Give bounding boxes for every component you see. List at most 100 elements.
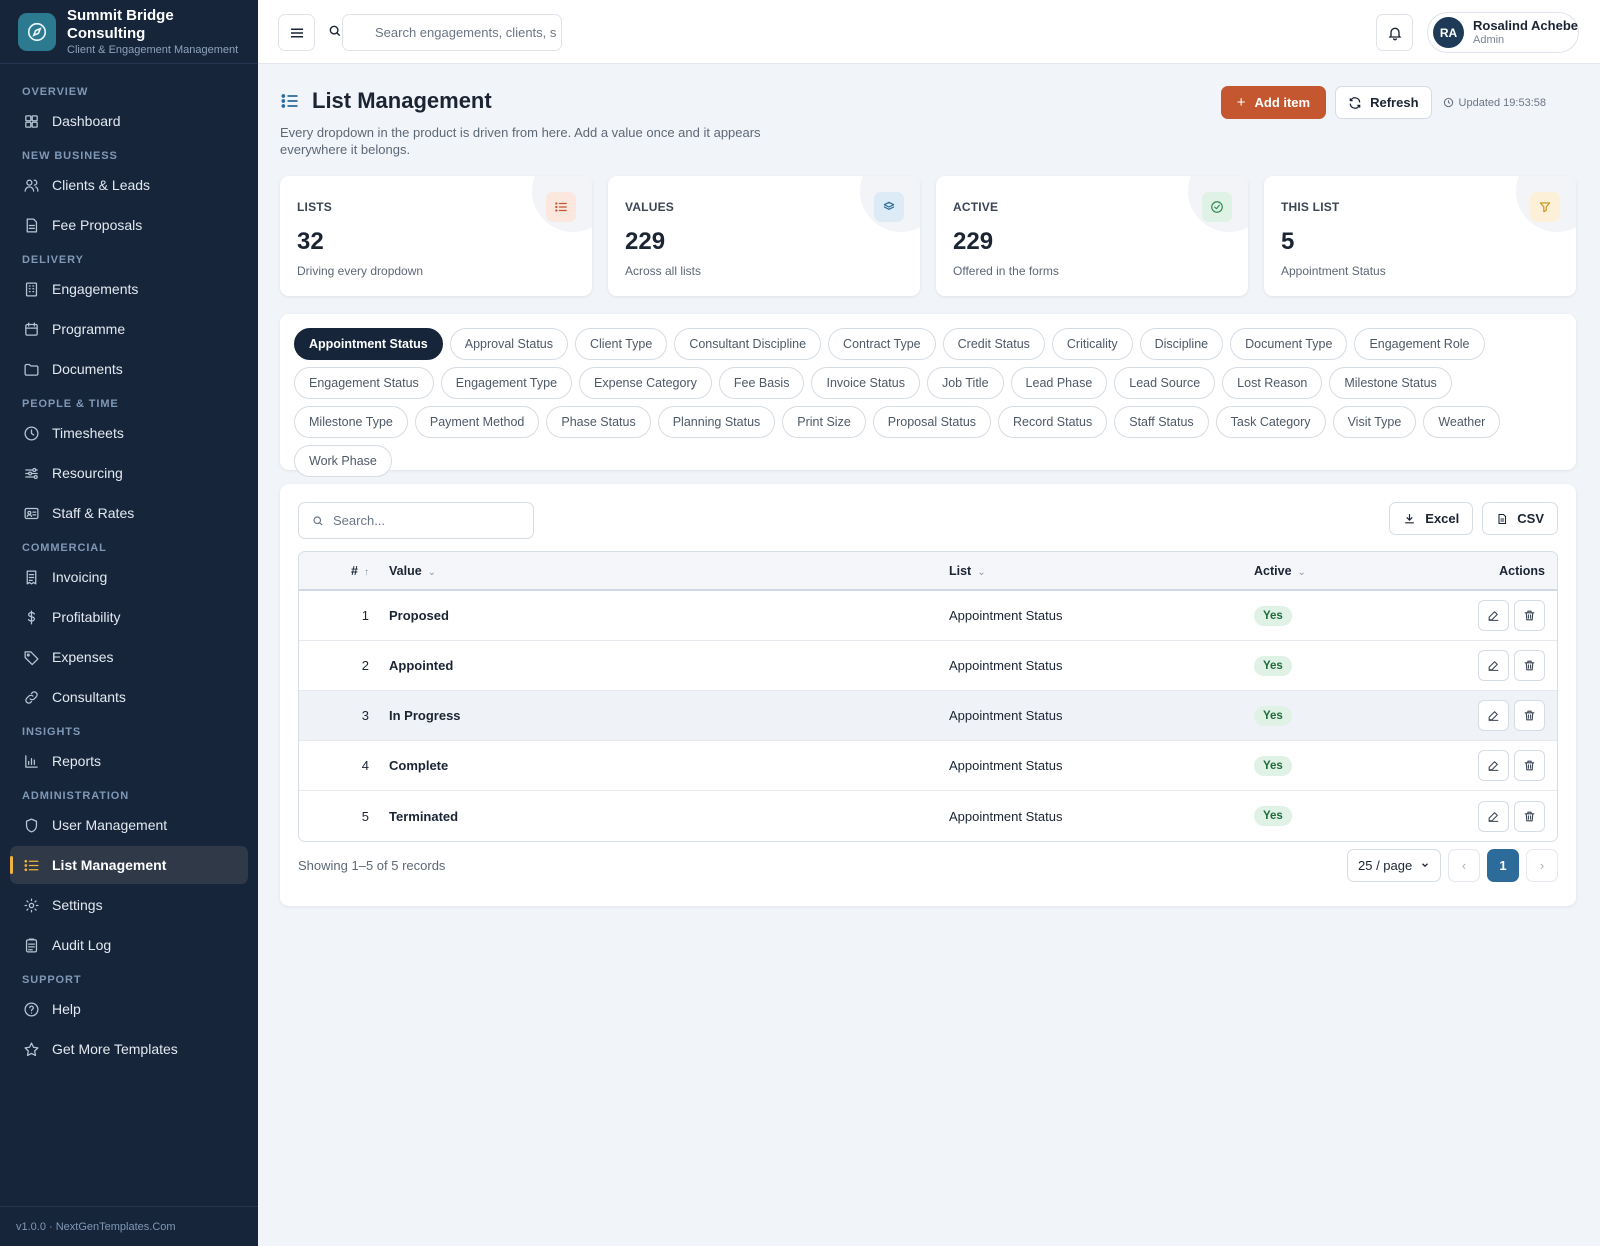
sidebar-item-label: Audit Log xyxy=(52,937,112,953)
star-icon xyxy=(22,1040,40,1058)
list-chip-milestone-status[interactable]: Milestone Status xyxy=(1329,367,1452,399)
row-value: Appointed xyxy=(389,658,454,673)
column-active[interactable]: Active ⌄ xyxy=(1254,564,1404,578)
list-chip-approval-status[interactable]: Approval Status xyxy=(449,328,568,360)
user-menu[interactable]: RA Rosalind Achebe Admin xyxy=(1427,12,1579,53)
row-active: Yes xyxy=(1254,755,1404,776)
list-chip-lead-phase[interactable]: Lead Phase xyxy=(1010,367,1108,399)
row-actions xyxy=(1404,750,1557,781)
sidebar-item-staff-and-rates[interactable]: Staff & Rates xyxy=(10,494,248,532)
column-list[interactable]: List ⌄ xyxy=(949,564,1254,578)
list-chip-phase-status[interactable]: Phase Status xyxy=(546,406,651,438)
sidebar-item-list-management[interactable]: List Management xyxy=(10,846,248,884)
delete-button[interactable] xyxy=(1514,600,1545,631)
list-chip-engagement-status[interactable]: Engagement Status xyxy=(294,367,434,399)
list-chip-print-size[interactable]: Print Size xyxy=(782,406,866,438)
sidebar-item-help[interactable]: Help xyxy=(10,990,248,1028)
next-page-button[interactable]: › xyxy=(1526,848,1558,882)
list-chip-lost-reason[interactable]: Lost Reason xyxy=(1222,367,1323,399)
export-excel-button[interactable]: Excel xyxy=(1389,502,1474,535)
menu-toggle-button[interactable] xyxy=(278,14,315,51)
list-chip-engagement-type[interactable]: Engagement Type xyxy=(440,367,573,399)
list-chip-work-phase[interactable]: Work Phase xyxy=(294,445,392,477)
sidebar-item-clients-and-leads[interactable]: Clients & Leads xyxy=(10,166,248,204)
sidebar-item-profitability[interactable]: Profitability xyxy=(10,598,248,636)
trash-icon xyxy=(1523,609,1536,622)
column-value[interactable]: Value ⌄ xyxy=(369,564,949,578)
list-chip-visit-type[interactable]: Visit Type xyxy=(1332,406,1417,438)
list-chip-client-type[interactable]: Client Type xyxy=(575,328,668,360)
stat-value: 32 xyxy=(297,228,324,255)
list-chip-record-status[interactable]: Record Status xyxy=(998,406,1108,438)
sidebar-item-label: Fee Proposals xyxy=(52,217,143,233)
nav-section-new-business: NEW BUSINESS xyxy=(22,150,118,162)
sidebar-item-consultants[interactable]: Consultants xyxy=(10,678,248,716)
list-chip-appointment-status[interactable]: Appointment Status xyxy=(294,328,443,360)
list-chip-payment-method[interactable]: Payment Method xyxy=(414,406,540,438)
list-chip-criticality[interactable]: Criticality xyxy=(1051,328,1133,360)
list-chip-fee-basis[interactable]: Fee Basis xyxy=(718,367,805,399)
notifications-button[interactable] xyxy=(1376,14,1413,51)
edit-button[interactable] xyxy=(1478,750,1509,781)
list-chip-credit-status[interactable]: Credit Status xyxy=(942,328,1045,360)
list-chip-engagement-role[interactable]: Engagement Role xyxy=(1354,328,1485,360)
list-chip-discipline[interactable]: Discipline xyxy=(1139,328,1224,360)
list-chip-task-category[interactable]: Task Category xyxy=(1215,406,1326,438)
sidebar-item-settings[interactable]: Settings xyxy=(10,886,248,924)
search-icon xyxy=(313,516,323,526)
sidebar-item-invoicing[interactable]: Invoicing xyxy=(10,558,248,596)
list-chip-staff-status[interactable]: Staff Status xyxy=(1114,406,1209,438)
sidebar-item-expenses[interactable]: Expenses xyxy=(10,638,248,676)
edit-button[interactable] xyxy=(1478,650,1509,681)
column-number[interactable]: # ↑ xyxy=(299,564,369,578)
sidebar-item-timesheets[interactable]: Timesheets xyxy=(10,414,248,452)
list-icon xyxy=(546,192,576,222)
sidebar-item-reports[interactable]: Reports xyxy=(10,742,248,780)
row-list: Appointment Status xyxy=(949,658,1063,673)
table-row: 1 Proposed Appointment Status Yes xyxy=(299,591,1557,641)
sidebar-item-dashboard[interactable]: Dashboard xyxy=(10,102,248,140)
list-chip-planning-status[interactable]: Planning Status xyxy=(657,406,776,438)
list-chip-invoice-status[interactable]: Invoice Status xyxy=(811,367,920,399)
list-chip-job-title[interactable]: Job Title xyxy=(926,367,1004,399)
edit-button[interactable] xyxy=(1478,800,1509,832)
delete-button[interactable] xyxy=(1514,650,1545,681)
page-1-button[interactable]: 1 xyxy=(1487,848,1519,882)
edit-button[interactable] xyxy=(1478,600,1509,631)
sidebar-item-resourcing[interactable]: Resourcing xyxy=(10,454,248,492)
list-chip-weather[interactable]: Weather xyxy=(1423,406,1501,438)
edit-button[interactable] xyxy=(1478,700,1509,731)
per-page-select[interactable]: 25 / page xyxy=(1347,848,1441,882)
list-chip-expense-category[interactable]: Expense Category xyxy=(579,367,712,399)
records-count: Showing 1–5 of 5 records xyxy=(298,857,446,873)
list-chip-milestone-type[interactable]: Milestone Type xyxy=(294,406,408,438)
export-csv-button[interactable]: CSV xyxy=(1482,502,1558,535)
row-active: Yes xyxy=(1254,806,1404,826)
search-icon xyxy=(329,25,341,37)
delete-button[interactable] xyxy=(1514,750,1545,781)
brand-name: Summit Bridge Consulting xyxy=(67,7,174,42)
sidebar-item-programme[interactable]: Programme xyxy=(10,310,248,348)
table-search-input[interactable] xyxy=(299,503,533,538)
add-item-button[interactable]: + Add item xyxy=(1220,86,1327,119)
list-chip-consultant-discipline[interactable]: Consultant Discipline xyxy=(674,328,822,360)
sidebar-item-fee-proposals[interactable]: Fee Proposals xyxy=(10,206,248,244)
refresh-button[interactable]: Refresh xyxy=(1335,86,1432,119)
sidebar-item-get-more-templates[interactable]: Get More Templates xyxy=(10,1030,248,1068)
row-number: 4 xyxy=(361,758,369,773)
delete-button[interactable] xyxy=(1514,800,1545,832)
global-search-input[interactable] xyxy=(342,14,562,51)
sidebar-item-documents[interactable]: Documents xyxy=(10,350,248,388)
building-icon xyxy=(22,280,40,298)
sidebar-nav: OVERVIEW Dashboard NEW BUSINESS Clients & L… xyxy=(0,64,258,1068)
sidebar-item-engagements[interactable]: Engagements xyxy=(10,270,248,308)
prev-page-button[interactable]: ‹ xyxy=(1448,848,1480,882)
delete-button[interactable] xyxy=(1514,700,1545,731)
list-chip-proposal-status[interactable]: Proposal Status xyxy=(872,406,992,438)
list-chip-document-type[interactable]: Document Type xyxy=(1230,328,1348,360)
sidebar-item-audit-log[interactable]: Audit Log xyxy=(10,926,248,964)
list-chip-lead-source[interactable]: Lead Source xyxy=(1114,367,1216,399)
sidebar-item-user-management[interactable]: User Management xyxy=(10,806,248,844)
compass-icon xyxy=(18,12,56,51)
list-chip-contract-type[interactable]: Contract Type xyxy=(828,328,936,360)
